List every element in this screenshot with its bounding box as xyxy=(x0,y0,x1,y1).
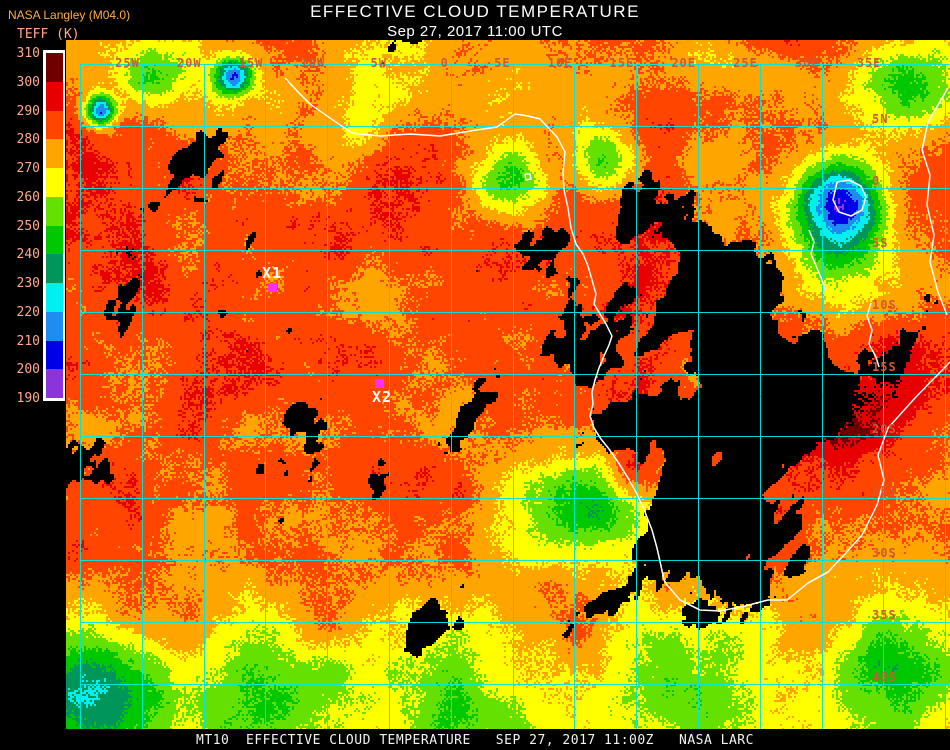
colorbar-tick: 290 xyxy=(16,103,40,119)
lon-label-0: 0 xyxy=(440,56,449,70)
colorbar-tick: 250 xyxy=(16,218,40,234)
lat-label-35S: 35S xyxy=(872,608,897,622)
marker-x1-label: X1 xyxy=(262,264,283,282)
lat-label-5S: 5S xyxy=(872,236,889,250)
colorbar-tick: 270 xyxy=(16,161,40,176)
colorbar-tick: 230 xyxy=(16,276,40,291)
footer-caption: MT10 EFFECTIVE CLOUD TEMPERATURE SEP 27,… xyxy=(196,733,754,748)
lon-label-10W: 10W xyxy=(300,56,326,70)
timestamp-subtitle: Sep 27, 2017 11:00 UTC xyxy=(387,23,563,40)
colorbar-segment xyxy=(46,81,63,111)
lat-label-15S: 15S xyxy=(872,360,897,374)
marker-x2-dot xyxy=(375,379,384,388)
colorbar-segment xyxy=(46,311,63,341)
colorbar-tick: 190 xyxy=(16,391,40,406)
colorbar-segment xyxy=(46,110,63,140)
lon-label-35E: 35E xyxy=(856,56,882,70)
colorbar-segment xyxy=(46,53,63,82)
lat-label-20S: 20S xyxy=(872,422,897,436)
colorbar-segment xyxy=(46,283,63,312)
colorbar-tick: 280 xyxy=(16,132,40,148)
lon-label-15W: 15W xyxy=(238,56,264,70)
lon-label-25W: 25W xyxy=(115,56,140,70)
lat-label-25S: 25S xyxy=(872,484,897,498)
page-title: EFFECTIVE CLOUD TEMPERATURE xyxy=(310,2,640,21)
lat-label-10S: 10S xyxy=(872,298,897,312)
colorbar-tick: 220 xyxy=(16,304,40,320)
marker-x1-dot xyxy=(268,283,277,292)
lon-label-30E: 30E xyxy=(794,56,820,70)
colorbar-segment xyxy=(46,340,63,370)
satellite-product-screen: NASA Langley (M04.0) EFFECTIVE CLOUD TEM… xyxy=(0,0,950,750)
lon-label-10E: 10E xyxy=(547,56,573,70)
colorbar-tick: 260 xyxy=(16,189,40,205)
lon-label-20W: 20W xyxy=(176,56,202,70)
colorbar-tick: 210 xyxy=(16,333,40,349)
lon-label-5W: 5W xyxy=(370,56,387,70)
colorbar-segment xyxy=(46,225,63,255)
lat-label-0: 0 xyxy=(872,174,881,188)
colorbar xyxy=(46,53,63,398)
lat-label-5N: 5N xyxy=(872,112,889,126)
lat-label-40S: 40S xyxy=(872,670,897,684)
colorbar-tick: 310 xyxy=(16,46,40,61)
colorbar-segment xyxy=(46,196,63,226)
map-area: 25W 20W 15W 10W 5W 0 5E 10E 15E 20E 25E 30E 35E 5N 0 5S… xyxy=(66,40,950,729)
lon-label-20E: 20E xyxy=(671,56,696,70)
lon-label-15E: 15E xyxy=(609,56,635,70)
colorbar-tick: 240 xyxy=(16,247,40,263)
cloud-temperature-map xyxy=(66,40,950,729)
colorbar-segment xyxy=(46,139,63,168)
colorbar-segment xyxy=(46,369,63,398)
lat-label-30S: 30S xyxy=(872,546,897,560)
lon-label-25E: 25E xyxy=(733,56,758,70)
colorbar-segment xyxy=(46,168,63,197)
lon-label-5E: 5E xyxy=(494,56,511,70)
title-block: EFFECTIVE CLOUD TEMPERATURE Sep 27, 2017… xyxy=(0,2,950,40)
colorbar-tick: 300 xyxy=(16,74,40,90)
marker-x2-label: X2 xyxy=(372,388,393,406)
colorbar-segment xyxy=(46,254,63,283)
colorbar-tick: 200 xyxy=(16,362,40,378)
